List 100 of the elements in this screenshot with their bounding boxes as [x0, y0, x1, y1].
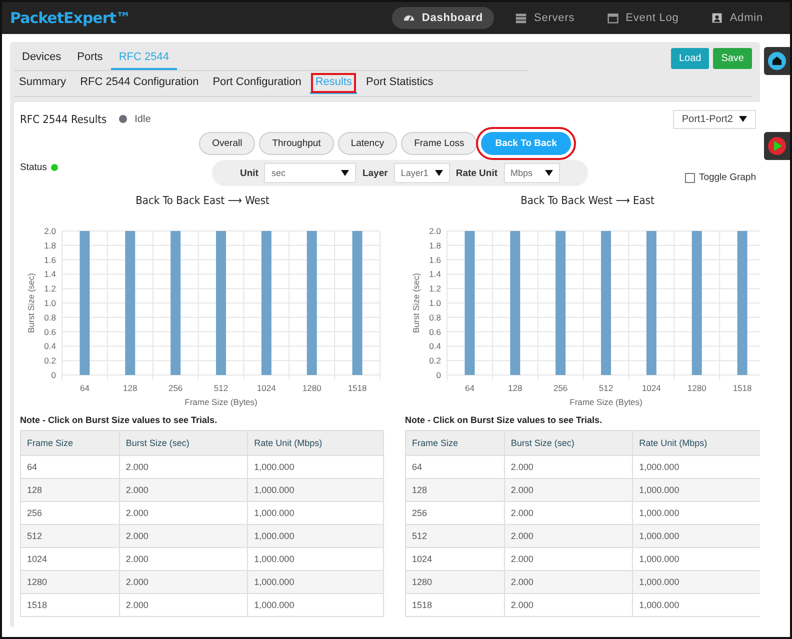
- chart-title: Back To Back East ⟶ West: [134, 194, 270, 207]
- table-cell: 128: [406, 478, 504, 502]
- home-icon: [768, 52, 786, 70]
- note-text: Note - Click on Burst Size values to see Trials.: [405, 415, 604, 425]
- x-tick-label: 256: [553, 383, 568, 393]
- filter-label: Layer: [362, 168, 388, 178]
- nav-link[interactable]: Event Log: [596, 7, 690, 29]
- table-cell: 512: [406, 524, 504, 548]
- y-tick-label: 1.2: [429, 284, 441, 294]
- y-tick-label: 0.8: [44, 312, 56, 322]
- tab[interactable]: Devices: [14, 46, 70, 70]
- sub-tab[interactable]: RFC 2544 Configuration: [75, 72, 204, 94]
- bar[interactable]: [737, 231, 748, 375]
- table-cell: 1,000.000: [632, 478, 760, 502]
- port-select[interactable]: Port1-Port2: [672, 110, 756, 128]
- nav-link[interactable]: Admin: [700, 7, 774, 29]
- y-tick-label: 0.6: [429, 326, 441, 337]
- y-tick-label: 0.4: [44, 341, 56, 352]
- x-tick-label: 128: [123, 383, 138, 393]
- bar[interactable]: [646, 231, 656, 375]
- table-cell[interactable]: 2.000: [119, 524, 248, 548]
- run-button[interactable]: [764, 132, 790, 160]
- view-button[interactable]: Overall: [199, 132, 256, 155]
- x-axis-title: Frame Size (Bytes): [570, 397, 642, 407]
- y-axis-title: Burst Size (sec): [26, 273, 36, 333]
- column-header: Rate Unit (Mbps): [632, 430, 760, 456]
- y-tick-label: 0.8: [429, 312, 441, 322]
- column-header: Frame Size: [20, 430, 120, 456]
- home-button[interactable]: [764, 47, 790, 75]
- y-tick-label: 1.2: [44, 284, 56, 294]
- filter-select[interactable]: Layer1: [394, 163, 450, 183]
- bar[interactable]: [80, 231, 90, 375]
- y-tick-label: 0.2: [429, 356, 441, 366]
- x-tick-label: 1518: [732, 383, 752, 393]
- x-tick-label: 1280: [302, 383, 322, 393]
- caret-icon: [434, 170, 443, 176]
- y-tick-label: 1.0: [429, 298, 441, 308]
- table-cell: 1,000.000: [248, 594, 384, 616]
- note-text: Note - Click on Burst Size values to see Trials.: [20, 415, 218, 425]
- view-button[interactable]: Frame Loss: [401, 132, 478, 155]
- bar[interactable]: [306, 231, 317, 375]
- bar[interactable]: [510, 231, 520, 375]
- filter-label: Unit: [240, 168, 258, 178]
- table-cell[interactable]: 2.000: [119, 570, 248, 594]
- y-tick-label: 1.6: [44, 254, 56, 265]
- sub-tab[interactable]: Summary: [14, 72, 72, 94]
- view-button[interactable]: Throughput: [259, 132, 334, 155]
- y-tick-label: 2.0: [429, 226, 441, 236]
- view-button[interactable]: Latency: [338, 132, 398, 155]
- table-cell: 1,000.000: [632, 570, 760, 594]
- bar[interactable]: [170, 231, 181, 375]
- table-cell[interactable]: 2.000: [119, 594, 248, 616]
- bar[interactable]: [352, 231, 362, 375]
- sub-tab[interactable]: Port Statistics: [361, 72, 438, 94]
- table-cell: 128: [20, 478, 120, 502]
- y-tick-label: 1.4: [44, 269, 56, 280]
- x-axis-title: Frame Size (Bytes): [184, 397, 258, 407]
- nav-link[interactable]: Dashboard: [392, 7, 494, 29]
- state-label: Idle: [134, 114, 151, 124]
- bar[interactable]: [692, 231, 702, 375]
- x-tick-label: 128: [508, 383, 522, 393]
- user-icon: [710, 12, 723, 24]
- table-cell: 512: [20, 524, 120, 548]
- bar[interactable]: [125, 231, 136, 375]
- bar[interactable]: [464, 231, 475, 375]
- caret-icon: [341, 170, 350, 176]
- y-tick-label: 1.4: [429, 269, 441, 280]
- caret-icon: [544, 170, 553, 176]
- x-tick-label: 1024: [256, 383, 276, 393]
- column-header: Rate Unit (Mbps): [248, 430, 384, 456]
- x-tick-label: 64: [80, 383, 90, 393]
- filter-select[interactable]: Mbps: [504, 163, 560, 183]
- bar[interactable]: [261, 231, 272, 375]
- x-tick-label: 1518: [348, 383, 367, 393]
- table-cell[interactable]: 2.000: [504, 478, 633, 502]
- nav-link[interactable]: Servers: [504, 7, 586, 29]
- y-tick-label: 1.8: [44, 240, 56, 250]
- table-cell: 1280: [406, 570, 504, 594]
- x-tick-label: 256: [168, 383, 183, 393]
- column-header: Burst Size (sec): [504, 430, 633, 456]
- table-cell: 1,000.000: [248, 478, 384, 502]
- status-dot: [118, 115, 127, 123]
- calendar-icon: [606, 12, 619, 24]
- tab[interactable]: Ports: [69, 46, 111, 70]
- table-cell[interactable]: 2.000: [504, 524, 633, 548]
- x-tick-label: 64: [464, 383, 474, 393]
- column-header: Burst Size (sec): [119, 430, 248, 456]
- table-cell[interactable]: 2.000: [504, 570, 633, 594]
- chart-title: Back To Back West ⟶ East: [520, 194, 656, 207]
- table-cell[interactable]: 2.000: [504, 594, 633, 616]
- bar[interactable]: [556, 231, 566, 375]
- y-axis-title: Burst Size (sec): [411, 273, 421, 333]
- results-title: RFC 2544 Results: [20, 112, 107, 126]
- y-tick-label: 0.6: [44, 326, 56, 337]
- table-cell[interactable]: 2.000: [119, 478, 248, 502]
- y-tick-label: 0.2: [44, 356, 56, 366]
- sub-tab[interactable]: Port Configuration: [208, 72, 306, 94]
- y-tick-label: 1.8: [429, 240, 441, 250]
- filter-select[interactable]: sec: [264, 163, 356, 183]
- checkbox[interactable]: [684, 172, 695, 182]
